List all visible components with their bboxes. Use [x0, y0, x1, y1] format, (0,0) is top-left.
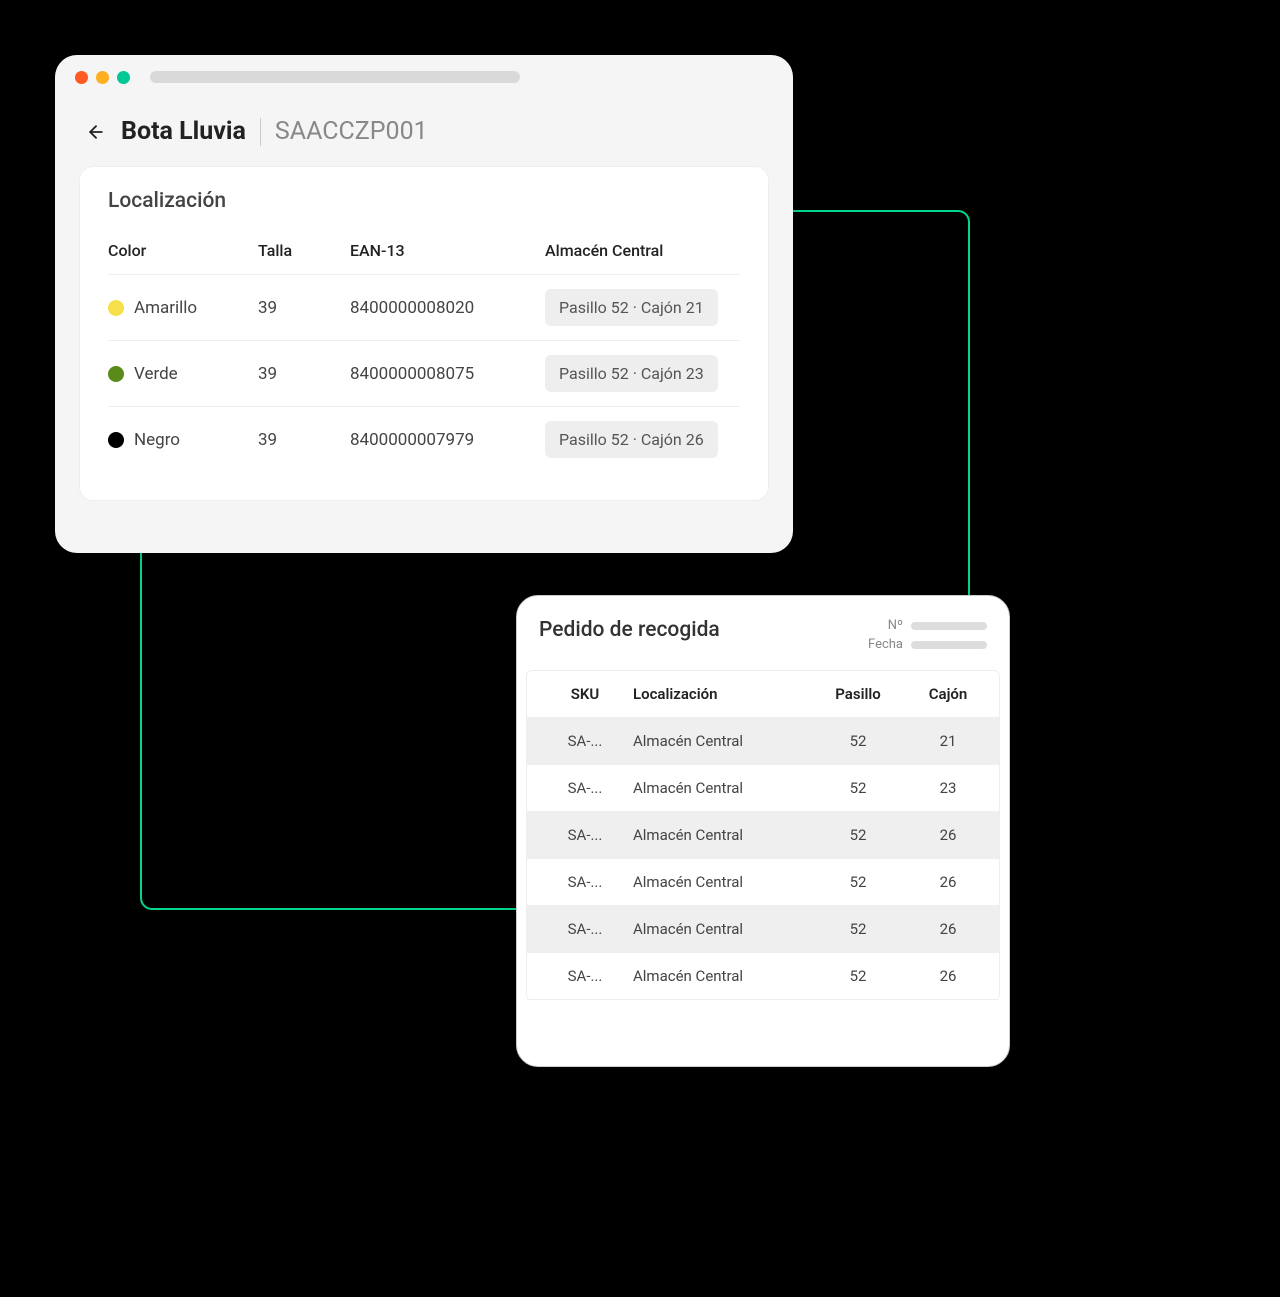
col-color: Color: [108, 241, 258, 260]
product-name: Bota Lluvia: [121, 117, 246, 146]
color-swatch-icon: [108, 366, 124, 382]
cell-sku: SA-...: [537, 779, 633, 797]
col-warehouse: Almacén Central: [545, 241, 740, 260]
cell-sku: SA-...: [537, 873, 633, 891]
cell-location: Pasillo 52 · Cajón 26: [545, 421, 740, 458]
meta-number-label: Nº: [888, 618, 903, 633]
color-name: Verde: [134, 364, 178, 384]
cell-size: 39: [258, 298, 350, 318]
cell-ean: 8400000008075: [350, 364, 545, 384]
cell-location: Almacén Central: [633, 967, 813, 985]
cell-aisle: 52: [813, 826, 903, 844]
cell-location: Almacén Central: [633, 920, 813, 938]
cell-ean: 8400000007979: [350, 430, 545, 450]
col-ean: EAN-13: [350, 241, 545, 260]
cell-location: Almacén Central: [633, 873, 813, 891]
color-name: Amarillo: [134, 298, 197, 318]
address-bar-placeholder: [150, 71, 520, 83]
cell-ean: 8400000008020: [350, 298, 545, 318]
cell-aisle: 52: [813, 967, 903, 985]
col-size: Talla: [258, 241, 350, 260]
localization-card: Localización Color Talla EAN-13 Almacén …: [79, 166, 769, 501]
localization-table-header: Color Talla EAN-13 Almacén Central: [108, 233, 740, 275]
cell-sku: SA-...: [537, 826, 633, 844]
window-maximize-icon[interactable]: [117, 71, 130, 84]
picking-title: Pedido de recogida: [539, 618, 720, 656]
table-row: Verde 39 8400000008075 Pasillo 52 · Cajó…: [108, 341, 740, 407]
meta-date-skeleton: [911, 641, 987, 649]
location-chip[interactable]: Pasillo 52 · Cajón 26: [545, 421, 718, 458]
page-header: Bota Lluvia SAACCZP001: [55, 99, 793, 166]
cell-sku: SA-...: [537, 920, 633, 938]
meta-date-label: Fecha: [868, 637, 903, 652]
window-titlebar: [55, 55, 793, 99]
product-code: SAACCZP001: [275, 117, 428, 146]
cell-size: 39: [258, 430, 350, 450]
localization-title: Localización: [108, 189, 740, 213]
cell-bin: 26: [903, 920, 993, 938]
cell-location: Almacén Central: [633, 779, 813, 797]
table-row: SA-... Almacén Central 52 23: [527, 765, 999, 812]
localization-table: Color Talla EAN-13 Almacén Central Amari…: [108, 233, 740, 472]
header-divider: [260, 118, 261, 146]
picking-header: Pedido de recogida Nº Fecha: [517, 618, 1009, 670]
table-row: SA-... Almacén Central 52 26: [527, 812, 999, 859]
arrow-left-icon: [86, 122, 106, 142]
cell-sku: SA-...: [537, 732, 633, 750]
cell-bin: 23: [903, 779, 993, 797]
window-minimize-icon[interactable]: [96, 71, 109, 84]
picking-table-header: SKU Localización Pasillo Cajón: [527, 671, 999, 718]
table-row: SA-... Almacén Central 52 26: [527, 906, 999, 953]
cell-color: Negro: [108, 430, 258, 450]
location-chip[interactable]: Pasillo 52 · Cajón 23: [545, 355, 718, 392]
col-bin: Cajón: [903, 685, 993, 703]
cell-color: Amarillo: [108, 298, 258, 318]
cell-bin: 26: [903, 873, 993, 891]
back-button[interactable]: [85, 121, 107, 143]
cell-bin: 21: [903, 732, 993, 750]
cell-bin: 26: [903, 967, 993, 985]
product-window: Bota Lluvia SAACCZP001 Localización Colo…: [55, 55, 793, 553]
table-row: Negro 39 8400000007979 Pasillo 52 · Cajó…: [108, 407, 740, 472]
table-row: SA-... Almacén Central 52 26: [527, 953, 999, 1000]
cell-size: 39: [258, 364, 350, 384]
cell-aisle: 52: [813, 920, 903, 938]
color-name: Negro: [134, 430, 180, 450]
table-row: Amarillo 39 8400000008020 Pasillo 52 · C…: [108, 275, 740, 341]
picking-table: SKU Localización Pasillo Cajón SA-... Al…: [526, 670, 1000, 1000]
color-swatch-icon: [108, 432, 124, 448]
col-sku: SKU: [537, 685, 633, 703]
col-location: Localización: [633, 685, 813, 703]
window-close-icon[interactable]: [75, 71, 88, 84]
table-row: SA-... Almacén Central 52 26: [527, 859, 999, 906]
cell-aisle: 52: [813, 873, 903, 891]
picking-meta: Nº Fecha: [868, 618, 987, 656]
col-aisle: Pasillo: [813, 685, 903, 703]
meta-number-skeleton: [911, 622, 987, 630]
cell-color: Verde: [108, 364, 258, 384]
picking-window: Pedido de recogida Nº Fecha SKU Localiza…: [516, 595, 1010, 1067]
table-row: SA-... Almacén Central 52 21: [527, 718, 999, 765]
cell-location: Almacén Central: [633, 826, 813, 844]
cell-aisle: 52: [813, 732, 903, 750]
cell-location: Pasillo 52 · Cajón 21: [545, 289, 740, 326]
color-swatch-icon: [108, 300, 124, 316]
cell-bin: 26: [903, 826, 993, 844]
cell-location: Pasillo 52 · Cajón 23: [545, 355, 740, 392]
cell-location: Almacén Central: [633, 732, 813, 750]
location-chip[interactable]: Pasillo 52 · Cajón 21: [545, 289, 718, 326]
cell-aisle: 52: [813, 779, 903, 797]
cell-sku: SA-...: [537, 967, 633, 985]
